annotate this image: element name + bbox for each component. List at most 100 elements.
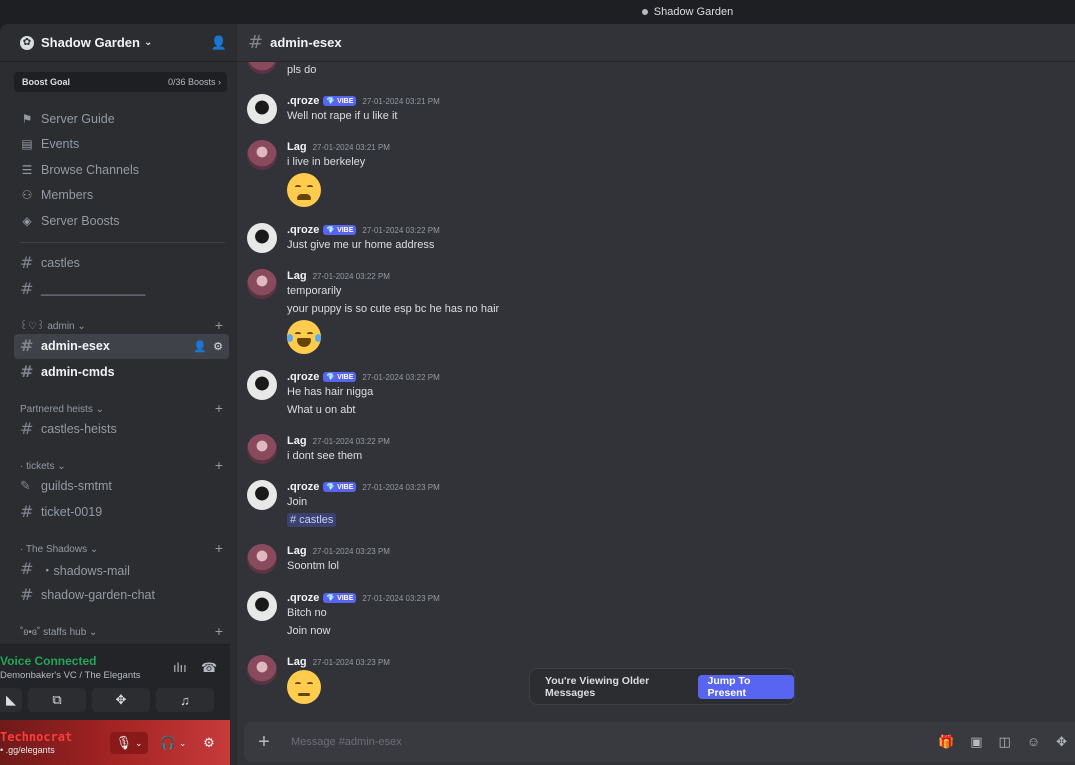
nav-events[interactable]: ▤ Events	[0, 132, 237, 158]
channel-label: ticket-0019	[41, 505, 103, 519]
category-tickets[interactable]: · tickets ⌄ +	[0, 452, 237, 472]
avatar[interactable]	[247, 544, 277, 574]
category-label: Partnered heists ⌄	[20, 403, 104, 415]
channel-label: _______________	[41, 282, 146, 296]
server-header[interactable]: ✿ Shadow Garden ⌄ 👤	[0, 24, 237, 62]
server-nav: ⚑ Server Guide ▤ Events ☰ Browse Channels ⚇…	[0, 106, 237, 234]
author-name[interactable]: Lag	[287, 656, 307, 668]
chat-header: # admin-esex	[237, 24, 1075, 62]
jump-to-present-button[interactable]: Jump To Present	[698, 674, 794, 699]
pensive-face-emoji	[287, 670, 321, 704]
channel-castles[interactable]: # castles	[0, 251, 229, 276]
author-name[interactable]: .qroze	[287, 481, 319, 493]
message-text: i dont see them	[287, 450, 363, 462]
author-name[interactable]: .qroze	[287, 371, 319, 383]
add-channel-icon[interactable]: +	[215, 458, 223, 472]
chevron-down-icon: ⌄	[178, 737, 187, 748]
hash-icon: #	[20, 502, 34, 521]
channel-separator[interactable]: # _______________	[0, 277, 229, 302]
window-title: Shadow Garden	[653, 6, 734, 18]
voice-buttons: ◣ ⧉ ✥ ♫	[0, 688, 214, 712]
author-name[interactable]: Lag	[287, 435, 307, 447]
gear-icon[interactable]: ⚙	[213, 340, 223, 353]
message-text: Just give me ur home address	[287, 239, 435, 251]
avatar[interactable]	[247, 140, 277, 170]
avatar[interactable]	[247, 434, 277, 464]
nav-label: Members	[41, 188, 94, 203]
mute-button[interactable]: 🎙 ⌄	[110, 732, 148, 754]
message-text: Soontm lol	[287, 560, 339, 572]
author-name[interactable]: .qroze	[287, 95, 319, 107]
activities-button[interactable]: ✥	[92, 688, 150, 712]
emoji-icon[interactable]: ☺	[1027, 734, 1040, 750]
voice-channel[interactable]: Demonbaker's VC / The Elegants	[0, 670, 141, 681]
author-name[interactable]: Lag	[287, 270, 307, 282]
channel-ticket-0019[interactable]: # ticket-0019	[0, 500, 229, 525]
add-channel-icon[interactable]: +	[215, 401, 223, 415]
avatar[interactable]	[247, 591, 277, 621]
category-the-shadows[interactable]: · The Shadows ⌄ +	[0, 535, 237, 555]
gif-icon[interactable]: ▣	[970, 734, 982, 750]
channel-mention[interactable]: # castles	[287, 513, 337, 527]
hash-icon: #	[20, 419, 34, 438]
boost-goal-bar[interactable]: Boost Goal 0/36 Boosts ›	[14, 72, 227, 92]
apps-icon[interactable]: ✥	[1056, 734, 1067, 750]
hash-icon: #	[20, 279, 34, 298]
avatar[interactable]	[247, 370, 277, 400]
channel-castles-heists[interactable]: # castles-heists	[0, 417, 229, 442]
author-name[interactable]: Lag	[287, 545, 307, 557]
hash-icon: #	[20, 585, 34, 604]
nav-members[interactable]: ⚇ Members	[0, 183, 237, 209]
add-user-icon[interactable]: 👤	[211, 35, 227, 51]
category-partnered-heists[interactable]: Partnered heists ⌄ +	[0, 395, 237, 415]
add-channel-icon[interactable]: +	[215, 318, 223, 332]
add-channel-icon[interactable]: +	[215, 624, 223, 638]
camera-icon: ◣	[6, 692, 16, 707]
avatar[interactable]	[247, 655, 277, 685]
channel-label: shadow-garden-chat	[41, 588, 155, 602]
channel-admin-cmds[interactable]: # admin-cmds	[0, 360, 229, 385]
channel-shadows-mail[interactable]: # ・shadows-mail	[0, 557, 229, 582]
message-input-box[interactable]: + Message #admin-esex 🎁 ▣ ◫ ☺ ✥	[244, 722, 1075, 762]
author-name[interactable]: .qroze	[287, 592, 319, 604]
add-channel-icon[interactable]: +	[215, 541, 223, 555]
author-name[interactable]: Lag	[287, 141, 307, 153]
screen-share-icon: ⧉	[52, 692, 62, 707]
video-button[interactable]: ◣	[0, 688, 22, 712]
divider	[20, 241, 225, 243]
avatar[interactable]	[247, 223, 277, 253]
disconnect-icon[interactable]: ☎	[201, 660, 217, 676]
author-name[interactable]: .qroze	[287, 224, 319, 236]
channel-guilds-smtmt[interactable]: ✎ guilds-smtmt	[0, 474, 229, 499]
gift-icon[interactable]: 🎁	[938, 734, 954, 750]
voice-panel: Voice Connected Demonbaker's VC / The El…	[0, 644, 230, 720]
message-input[interactable]: Message #admin-esex	[291, 736, 402, 748]
voice-activity-icon[interactable]: ılıı	[173, 660, 187, 675]
timestamp: 27-01-2024 03:23 PM	[312, 547, 390, 556]
channel-admin-esex[interactable]: # admin-esex 👤 ⚙	[14, 333, 229, 359]
soundboard-button[interactable]: ♫	[156, 688, 214, 712]
deafen-button[interactable]: 🎧 ⌄	[154, 732, 192, 754]
message-text: What u on abt	[287, 404, 356, 416]
invite-icon[interactable]: 👤	[193, 340, 207, 353]
nav-browse-channels[interactable]: ☰ Browse Channels	[0, 157, 237, 183]
nav-label: Server Boosts	[41, 213, 120, 228]
nav-server-guide[interactable]: ⚑ Server Guide	[0, 106, 237, 132]
nav-server-boosts[interactable]: ◈ Server Boosts	[0, 208, 237, 234]
avatar[interactable]	[247, 94, 277, 124]
attach-plus-icon[interactable]: +	[244, 731, 284, 754]
sticker-icon[interactable]: ◫	[999, 734, 1011, 750]
settings-button[interactable]: ⚙	[198, 732, 220, 754]
category-admin[interactable]: ꒰♡꒱ admin ⌄ +	[0, 312, 237, 332]
channel-shadow-garden-chat[interactable]: # shadow-garden-chat	[0, 583, 229, 608]
avatar[interactable]	[247, 269, 277, 299]
avatar[interactable]	[247, 480, 277, 510]
category-staffs-hub[interactable]: ˚ʚ•ɞ˚ staffs hub ⌄ +	[0, 618, 237, 638]
username[interactable]: Technocrat	[0, 730, 72, 744]
timestamp: 27-01-2024 03:22 PM	[312, 437, 390, 446]
browse-icon: ☰	[21, 162, 33, 177]
screen-share-button[interactable]: ⧉	[28, 688, 86, 712]
message-text: Bitch no	[287, 607, 327, 619]
avatar[interactable]	[247, 62, 277, 74]
message-list[interactable]: pls do .qroze 💎 VIBE 27-01-2024 03:21 PM W…	[237, 62, 1075, 720]
